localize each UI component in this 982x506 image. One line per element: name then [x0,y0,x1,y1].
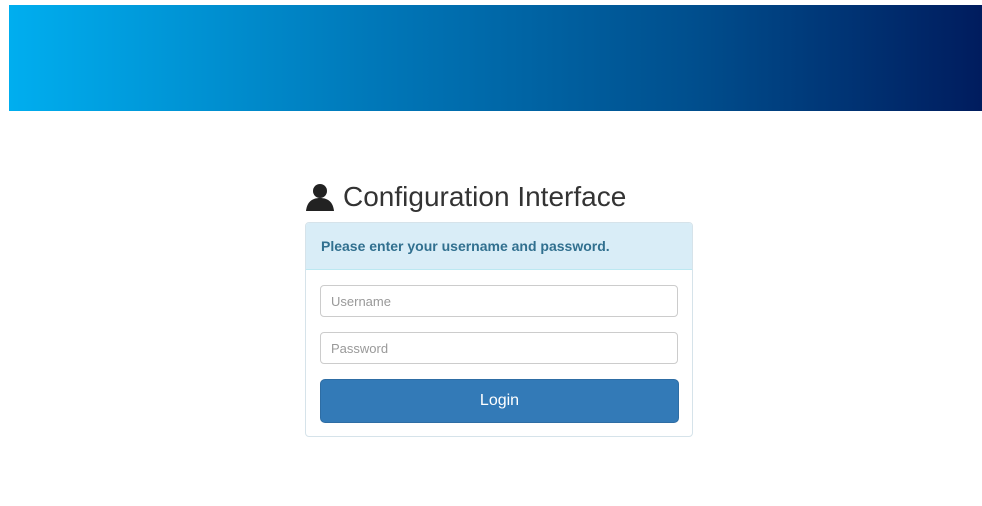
login-panel: Please enter your username and password.… [305,222,693,437]
page-title: Configuration Interface [305,177,626,217]
login-page: Configuration Interface Please enter you… [0,0,982,506]
page-title-text: Configuration Interface [343,181,627,212]
header-banner [9,5,982,111]
login-button[interactable]: Login [320,379,679,423]
login-prompt: Please enter your username and password. [306,223,692,270]
user-icon [306,184,334,211]
username-input[interactable] [320,285,678,317]
password-input[interactable] [320,332,678,364]
login-prompt-text: Please enter your username and password. [321,238,610,254]
